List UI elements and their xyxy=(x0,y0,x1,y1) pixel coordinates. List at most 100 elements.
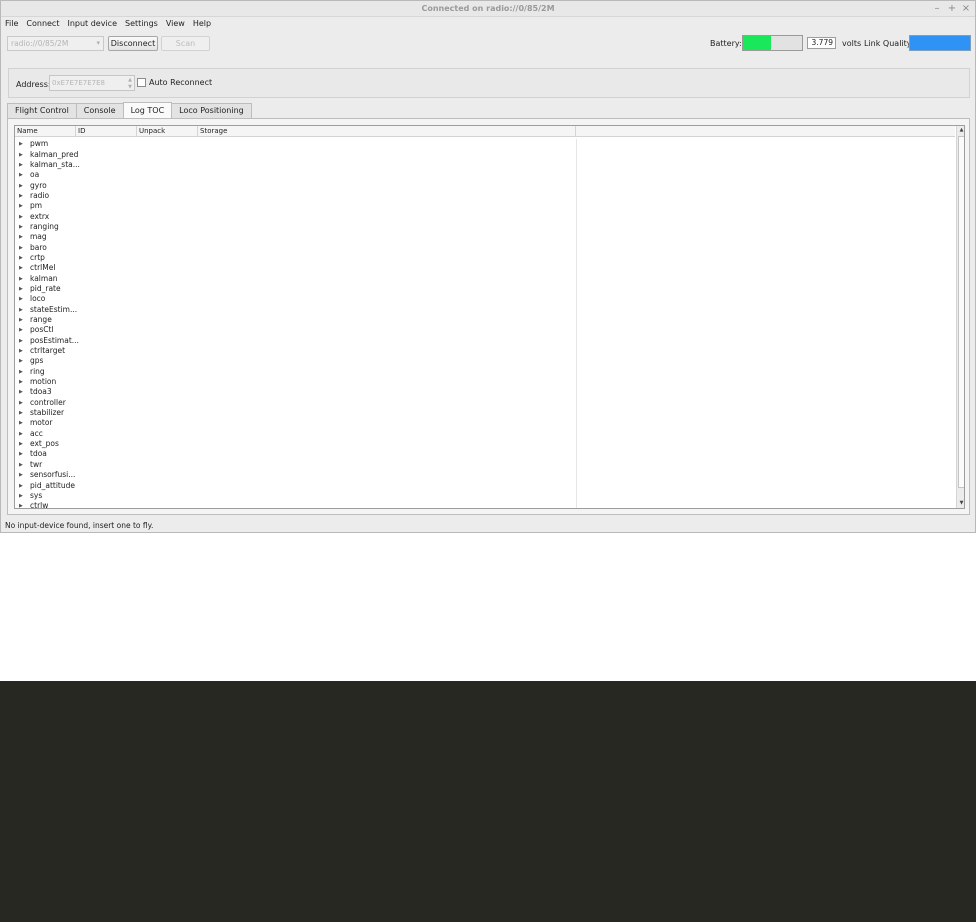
scroll-down-icon[interactable]: ▼ xyxy=(957,499,964,508)
column-id[interactable]: ID xyxy=(76,126,137,137)
scrollbar-thumb[interactable] xyxy=(958,136,964,488)
expand-arrow-icon[interactable]: ▶ xyxy=(19,501,27,508)
vertical-scrollbar[interactable]: ▲ ▼ xyxy=(956,126,964,508)
expand-arrow-icon[interactable]: ▶ xyxy=(19,336,27,346)
address-spinbox[interactable]: 0xE7E7E7E7E8 ▲ ▼ xyxy=(49,75,135,91)
expand-arrow-icon[interactable]: ▶ xyxy=(19,460,27,470)
maximize-icon[interactable]: + xyxy=(946,3,958,15)
log-toc-tree[interactable]: Name ID Unpack Storage ▶ pwm ▶ kalman_pred ▶… xyxy=(14,125,965,509)
expand-arrow-icon[interactable]: ▶ xyxy=(19,356,27,366)
scroll-up-icon[interactable]: ▲ xyxy=(957,126,964,135)
tree-row[interactable]: ▶ ring xyxy=(15,367,955,377)
expand-arrow-icon[interactable]: ▶ xyxy=(19,418,27,428)
tree-row[interactable]: ▶ baro xyxy=(15,242,955,252)
expand-arrow-icon[interactable]: ▶ xyxy=(19,243,27,253)
tab-log-toc[interactable]: Log TOC xyxy=(122,102,173,119)
tree-row[interactable]: ▶ posCtl xyxy=(15,325,955,335)
expand-arrow-icon[interactable]: ▶ xyxy=(19,398,27,408)
tab-flight-control[interactable]: Flight Control xyxy=(7,103,77,118)
tree-row[interactable]: ▶ motion xyxy=(15,377,955,387)
expand-arrow-icon[interactable]: ▶ xyxy=(19,367,27,377)
disconnect-button[interactable]: Disconnect xyxy=(108,36,158,51)
tree-row[interactable]: ▶ gyro xyxy=(15,180,955,190)
tab-loco-positioning[interactable]: Loco Positioning xyxy=(171,103,252,118)
tree-row[interactable]: ▶ acc xyxy=(15,429,955,439)
spin-up-icon[interactable]: ▲ xyxy=(128,77,132,83)
tree-row[interactable]: ▶ tdoa xyxy=(15,449,955,459)
tree-row[interactable]: ▶ controller xyxy=(15,398,955,408)
column-unpack[interactable]: Unpack xyxy=(137,126,198,137)
tree-row[interactable]: ▶ mag xyxy=(15,232,955,242)
tree-row[interactable]: ▶ radio xyxy=(15,191,955,201)
expand-arrow-icon[interactable]: ▶ xyxy=(19,439,27,449)
expand-arrow-icon[interactable]: ▶ xyxy=(19,315,27,325)
expand-arrow-icon[interactable]: ▶ xyxy=(19,191,27,201)
tree-row[interactable]: ▶ ranging xyxy=(15,222,955,232)
expand-arrow-icon[interactable]: ▶ xyxy=(19,263,27,273)
tree-row[interactable]: ▶ stabilizer xyxy=(15,408,955,418)
expand-arrow-icon[interactable]: ▶ xyxy=(19,170,27,180)
tree-row[interactable]: ▶ sys xyxy=(15,491,955,501)
expand-arrow-icon[interactable]: ▶ xyxy=(19,377,27,387)
menu-input-device[interactable]: Input device xyxy=(63,19,121,28)
expand-arrow-icon[interactable]: ▶ xyxy=(19,470,27,480)
title-bar[interactable]: Connected on radio://0/85/2M – + × xyxy=(1,1,975,17)
expand-arrow-icon[interactable]: ▶ xyxy=(19,408,27,418)
tree-row[interactable]: ▶ ctrlw xyxy=(15,501,955,508)
tree-row[interactable]: ▶ ctrltarget xyxy=(15,346,955,356)
tab-console[interactable]: Console xyxy=(75,103,124,118)
expand-arrow-icon[interactable]: ▶ xyxy=(19,305,27,315)
tree-row[interactable]: ▶ stateEstim... xyxy=(15,305,955,315)
menu-file[interactable]: File xyxy=(1,19,22,28)
expand-arrow-icon[interactable]: ▶ xyxy=(19,284,27,294)
tree-row[interactable]: ▶ gps xyxy=(15,356,955,366)
column-name[interactable]: Name xyxy=(15,126,76,137)
menu-view[interactable]: View xyxy=(162,19,189,28)
tree-row[interactable]: ▶ motor xyxy=(15,418,955,428)
tree-row[interactable]: ▶ kalman xyxy=(15,273,955,283)
expand-arrow-icon[interactable]: ▶ xyxy=(19,181,27,191)
expand-arrow-icon[interactable]: ▶ xyxy=(19,139,27,149)
tree-row[interactable]: ▶ kalman_pred xyxy=(15,149,955,159)
tree-row[interactable]: ▶ crtp xyxy=(15,253,955,263)
expand-arrow-icon[interactable]: ▶ xyxy=(19,325,27,335)
tree-row[interactable]: ▶ ctrlMel xyxy=(15,263,955,273)
auto-reconnect-label[interactable]: Auto Reconnect xyxy=(149,78,212,87)
expand-arrow-icon[interactable]: ▶ xyxy=(19,253,27,263)
expand-arrow-icon[interactable]: ▶ xyxy=(19,212,27,222)
spin-down-icon[interactable]: ▼ xyxy=(128,84,132,90)
expand-arrow-icon[interactable]: ▶ xyxy=(19,491,27,501)
tree-row[interactable]: ▶ pwm xyxy=(15,139,955,149)
tree-row[interactable]: ▶ oa xyxy=(15,170,955,180)
menu-connect[interactable]: Connect xyxy=(22,19,63,28)
expand-arrow-icon[interactable]: ▶ xyxy=(19,201,27,211)
tree-row[interactable]: ▶ posEstimat... xyxy=(15,336,955,346)
tree-row[interactable]: ▶ range xyxy=(15,315,955,325)
expand-arrow-icon[interactable]: ▶ xyxy=(19,150,27,160)
expand-arrow-icon[interactable]: ▶ xyxy=(19,481,27,491)
expand-arrow-icon[interactable]: ▶ xyxy=(19,429,27,439)
expand-arrow-icon[interactable]: ▶ xyxy=(19,232,27,242)
tree-row[interactable]: ▶ tdoa3 xyxy=(15,387,955,397)
tree-row[interactable]: ▶ sensorfusi... xyxy=(15,470,955,480)
expand-arrow-icon[interactable]: ▶ xyxy=(19,274,27,284)
expand-arrow-icon[interactable]: ▶ xyxy=(19,294,27,304)
tree-row[interactable]: ▶ extrx xyxy=(15,211,955,221)
tree-row[interactable]: ▶ kalman_sta... xyxy=(15,160,955,170)
expand-arrow-icon[interactable]: ▶ xyxy=(19,449,27,459)
expand-arrow-icon[interactable]: ▶ xyxy=(19,387,27,397)
expand-arrow-icon[interactable]: ▶ xyxy=(19,160,27,170)
tree-row[interactable]: ▶ twr xyxy=(15,460,955,470)
menu-settings[interactable]: Settings xyxy=(121,19,162,28)
tree-row[interactable]: ▶ ext_pos xyxy=(15,439,955,449)
tree-row[interactable]: ▶ pid_attitude xyxy=(15,480,955,490)
close-icon[interactable]: × xyxy=(960,3,972,15)
tree-row[interactable]: ▶ loco xyxy=(15,294,955,304)
tree-row[interactable]: ▶ pid_rate xyxy=(15,284,955,294)
expand-arrow-icon[interactable]: ▶ xyxy=(19,346,27,356)
auto-reconnect-checkbox[interactable] xyxy=(137,78,146,87)
tree-row[interactable]: ▶ pm xyxy=(15,201,955,211)
radio-uri-select[interactable]: radio://0/85/2M ▾ xyxy=(7,36,104,51)
column-storage[interactable]: Storage xyxy=(198,126,576,137)
expand-arrow-icon[interactable]: ▶ xyxy=(19,222,27,232)
